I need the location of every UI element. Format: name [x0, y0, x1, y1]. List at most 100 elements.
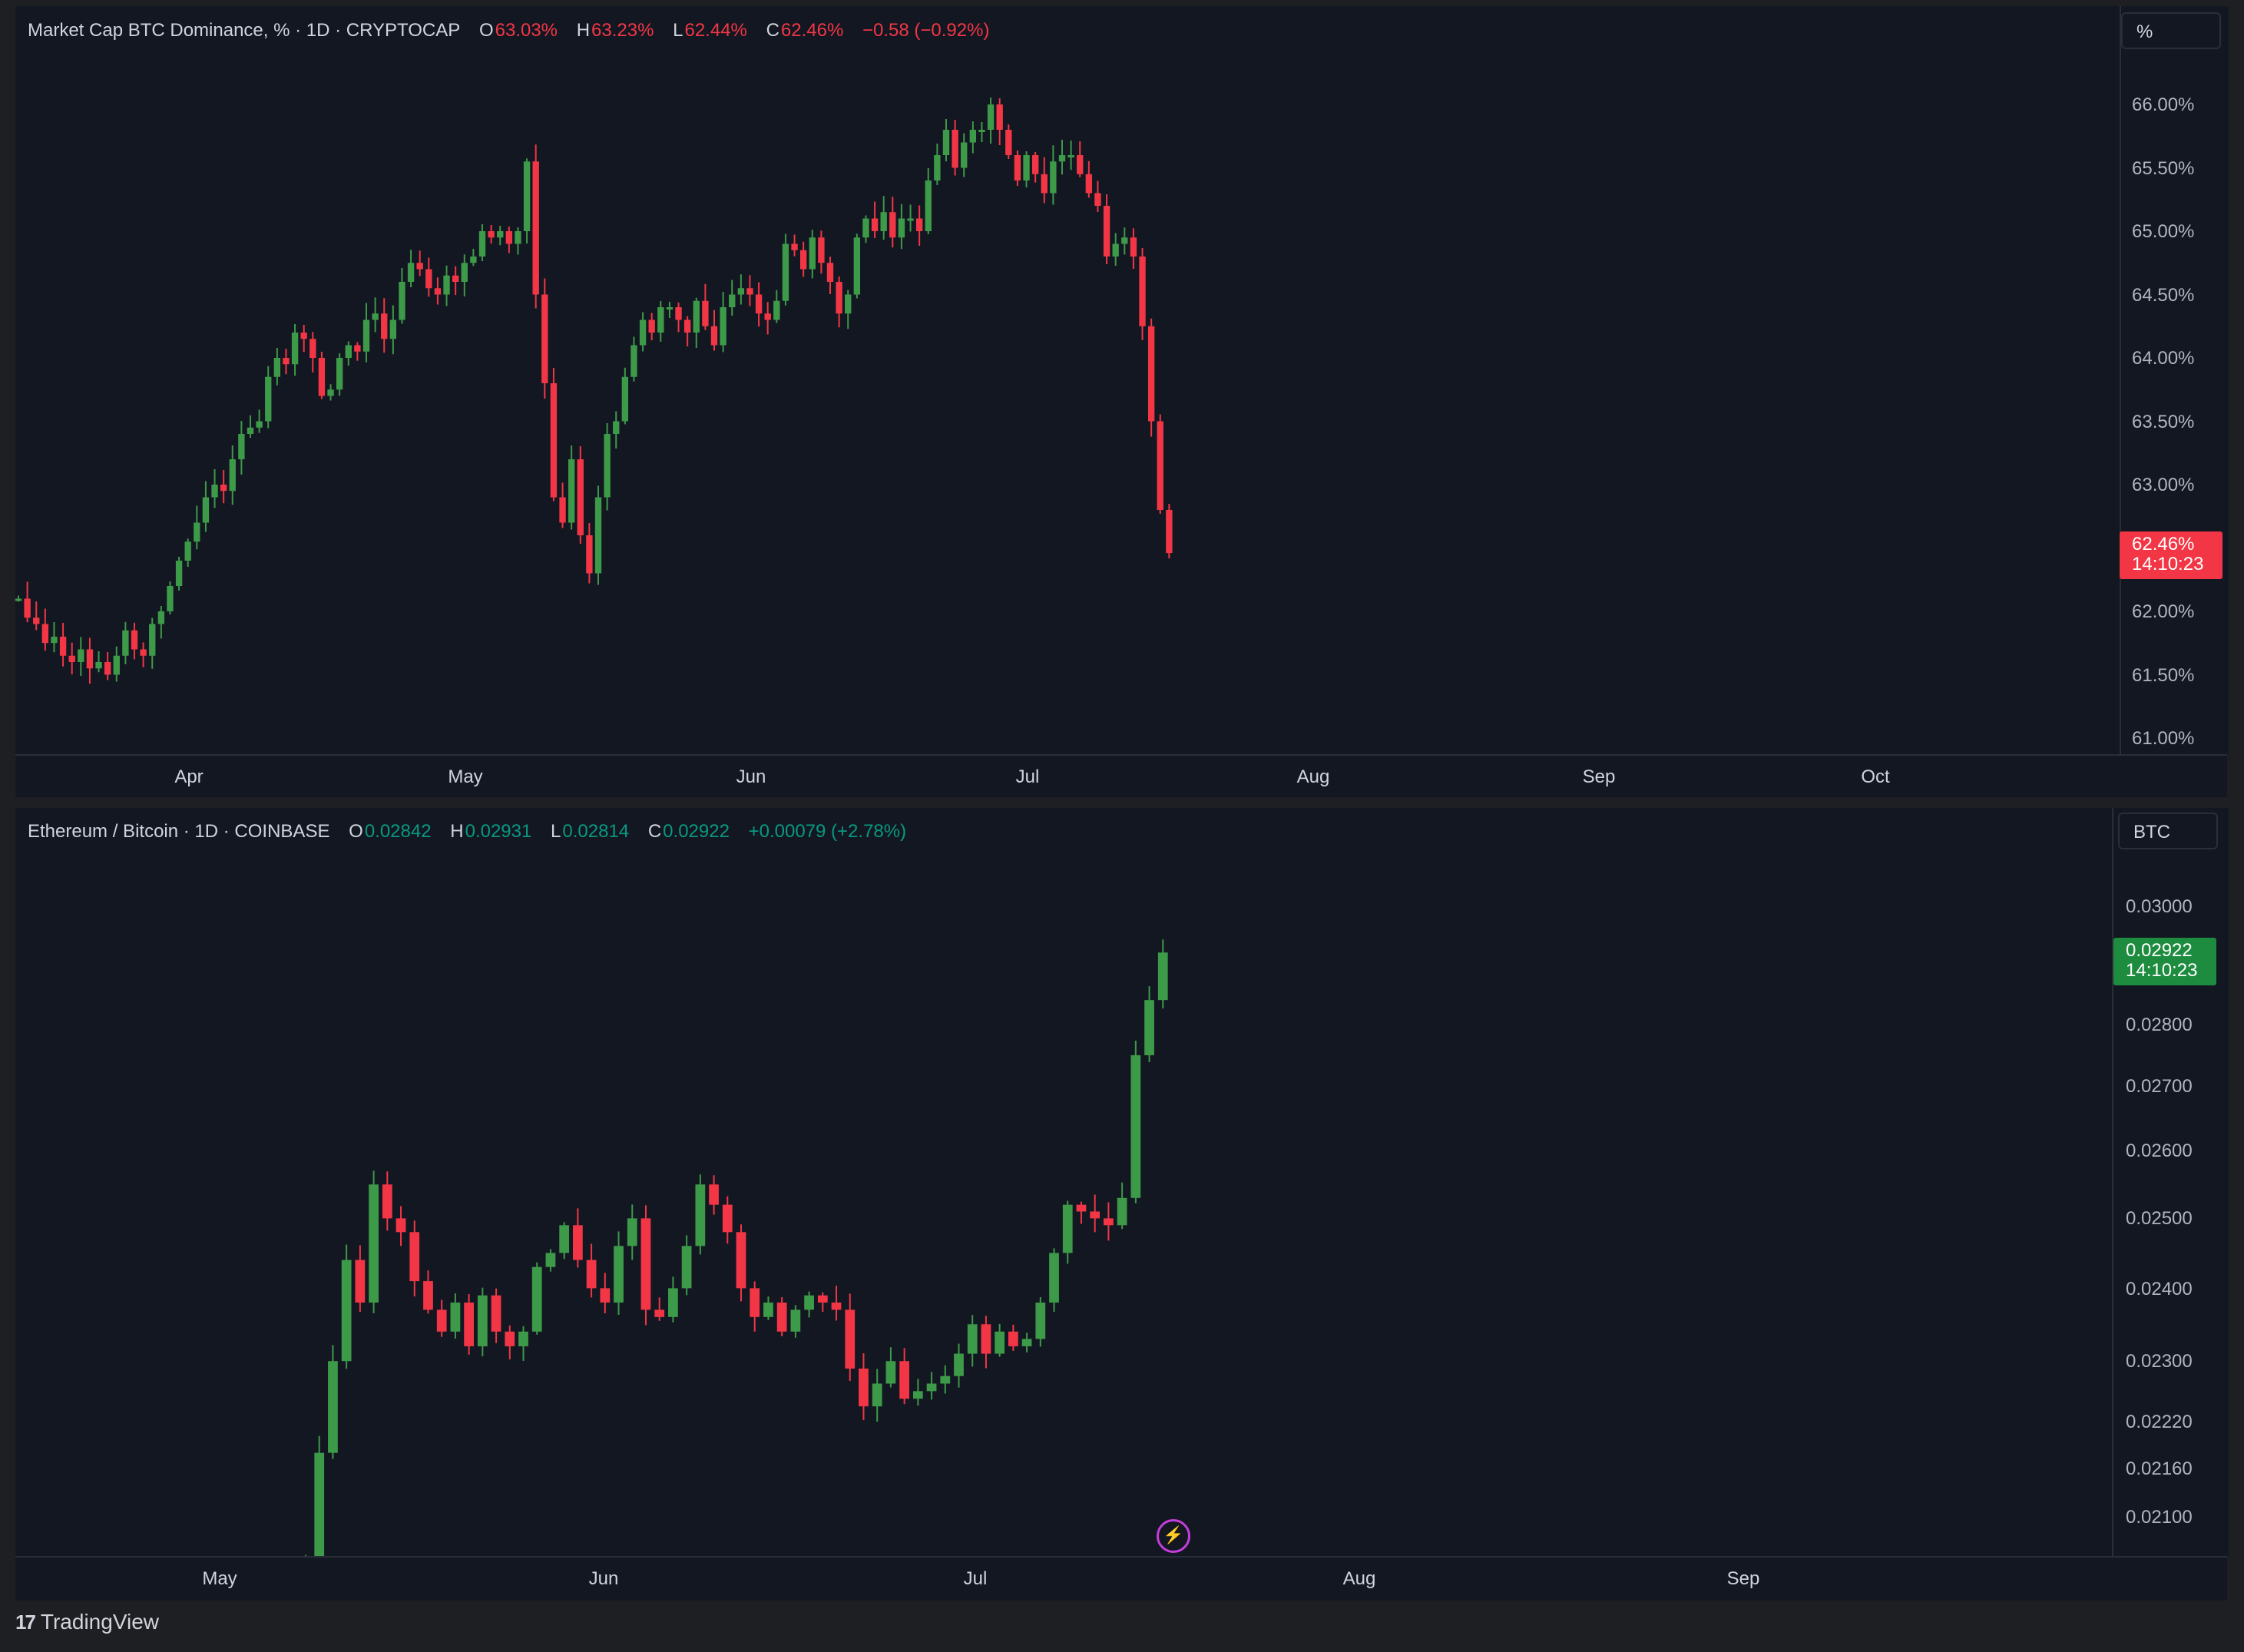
- candle-body: [122, 630, 129, 656]
- candle-body: [95, 662, 102, 669]
- eth-btc-chart-pane[interactable]: [15, 808, 2112, 1563]
- candle-body: [1035, 1303, 1046, 1339]
- time-tick-label: Sep: [1582, 766, 1616, 787]
- candle-body: [836, 282, 842, 314]
- eth-btc-price-scale[interactable]: [2112, 808, 2229, 1556]
- candle-body: [550, 383, 558, 498]
- candle-body: [372, 313, 379, 320]
- candle-body: [369, 1184, 379, 1303]
- candle: [68, 642, 75, 674]
- candle: [167, 581, 174, 614]
- candle: [702, 283, 709, 330]
- candle: [452, 266, 459, 295]
- candle: [1058, 140, 1066, 175]
- candle: [211, 469, 218, 508]
- candle-body: [954, 1353, 964, 1376]
- btc-dominance-price-scale[interactable]: [2120, 6, 2229, 754]
- candle: [1085, 161, 1093, 198]
- candle: [341, 1244, 352, 1369]
- candle: [478, 224, 486, 261]
- candle: [978, 122, 985, 142]
- candle-body: [648, 319, 655, 333]
- time-tick-label: May: [448, 766, 483, 787]
- candle-body: [104, 662, 111, 675]
- candle: [1157, 414, 1163, 514]
- candle: [423, 1270, 433, 1314]
- tradingview-brand[interactable]: 17 TradingView: [15, 1610, 159, 1634]
- unit-selector-button[interactable]: BTC: [2118, 813, 2218, 849]
- candle: [995, 1323, 1005, 1357]
- time-tick-label: Sep: [1726, 1568, 1760, 1589]
- candle-body: [912, 1391, 923, 1399]
- candle-body: [464, 1303, 475, 1346]
- candle-body: [1157, 421, 1163, 510]
- candle: [804, 1291, 814, 1318]
- candle-body: [149, 624, 156, 656]
- candle-body: [1130, 237, 1137, 257]
- candle: [639, 312, 647, 352]
- candle: [41, 608, 49, 651]
- candle-body: [478, 231, 486, 257]
- candle-body: [981, 1324, 991, 1354]
- candle: [981, 1316, 991, 1369]
- lightning-icon[interactable]: ⚡: [1157, 1519, 1190, 1553]
- candle: [523, 158, 531, 243]
- candle-body: [889, 212, 896, 238]
- legend-symbol: Ethereum / Bitcoin · 1D · COINBASE: [28, 821, 330, 842]
- candle-body: [518, 1331, 528, 1346]
- candle: [969, 121, 977, 154]
- candle: [799, 241, 807, 277]
- candle-body: [831, 1303, 842, 1310]
- candle: [541, 278, 548, 399]
- candle: [572, 1208, 583, 1268]
- candle: [709, 1175, 719, 1215]
- candle: [318, 352, 326, 399]
- candle: [95, 651, 102, 673]
- candle-body: [586, 535, 593, 574]
- candle: [1008, 1324, 1018, 1351]
- candle: [1130, 1040, 1141, 1203]
- btc-dominance-time-axis[interactable]: [15, 754, 2227, 799]
- candle: [515, 227, 521, 255]
- candle: [491, 1288, 501, 1343]
- candle: [381, 298, 388, 353]
- candle-body: [826, 263, 834, 282]
- unit-selector-button[interactable]: %: [2121, 12, 2221, 49]
- candle: [954, 1343, 964, 1388]
- candle-body: [996, 104, 1003, 130]
- candle-body: [409, 1232, 420, 1282]
- candle-body: [710, 326, 718, 346]
- candle-body: [381, 313, 388, 339]
- candle-body: [817, 1295, 828, 1303]
- tradingview-logo: 17: [15, 1610, 36, 1634]
- candle: [434, 277, 442, 305]
- legend-high: 63.23%: [591, 20, 654, 41]
- candle: [518, 1326, 528, 1361]
- candle-body: [1090, 1211, 1100, 1219]
- candle-body: [572, 1225, 583, 1260]
- candle-body: [614, 1246, 624, 1303]
- candle: [1050, 145, 1057, 205]
- candle: [627, 1204, 637, 1260]
- eth-btc-time-axis[interactable]: [15, 1556, 2227, 1601]
- candle: [967, 1315, 978, 1367]
- btc-dominance-chart-pane[interactable]: [15, 6, 2120, 754]
- candle: [1005, 124, 1012, 159]
- candle-body: [1121, 237, 1128, 244]
- candle-body: [925, 180, 932, 231]
- candle: [327, 384, 334, 401]
- candle-body: [24, 598, 31, 618]
- candle-body: [1050, 161, 1057, 194]
- candle-body: [755, 294, 763, 314]
- candle-body: [1062, 1204, 1073, 1253]
- candle: [940, 1365, 951, 1394]
- candle: [764, 302, 771, 335]
- candle: [175, 557, 183, 591]
- candle-body: [157, 611, 165, 624]
- candle: [59, 623, 67, 667]
- candle: [477, 1287, 488, 1356]
- candle: [184, 538, 191, 567]
- pane-separator[interactable]: [0, 797, 2244, 808]
- candle: [505, 227, 513, 253]
- price-tick-label: 66.00%: [2132, 94, 2195, 115]
